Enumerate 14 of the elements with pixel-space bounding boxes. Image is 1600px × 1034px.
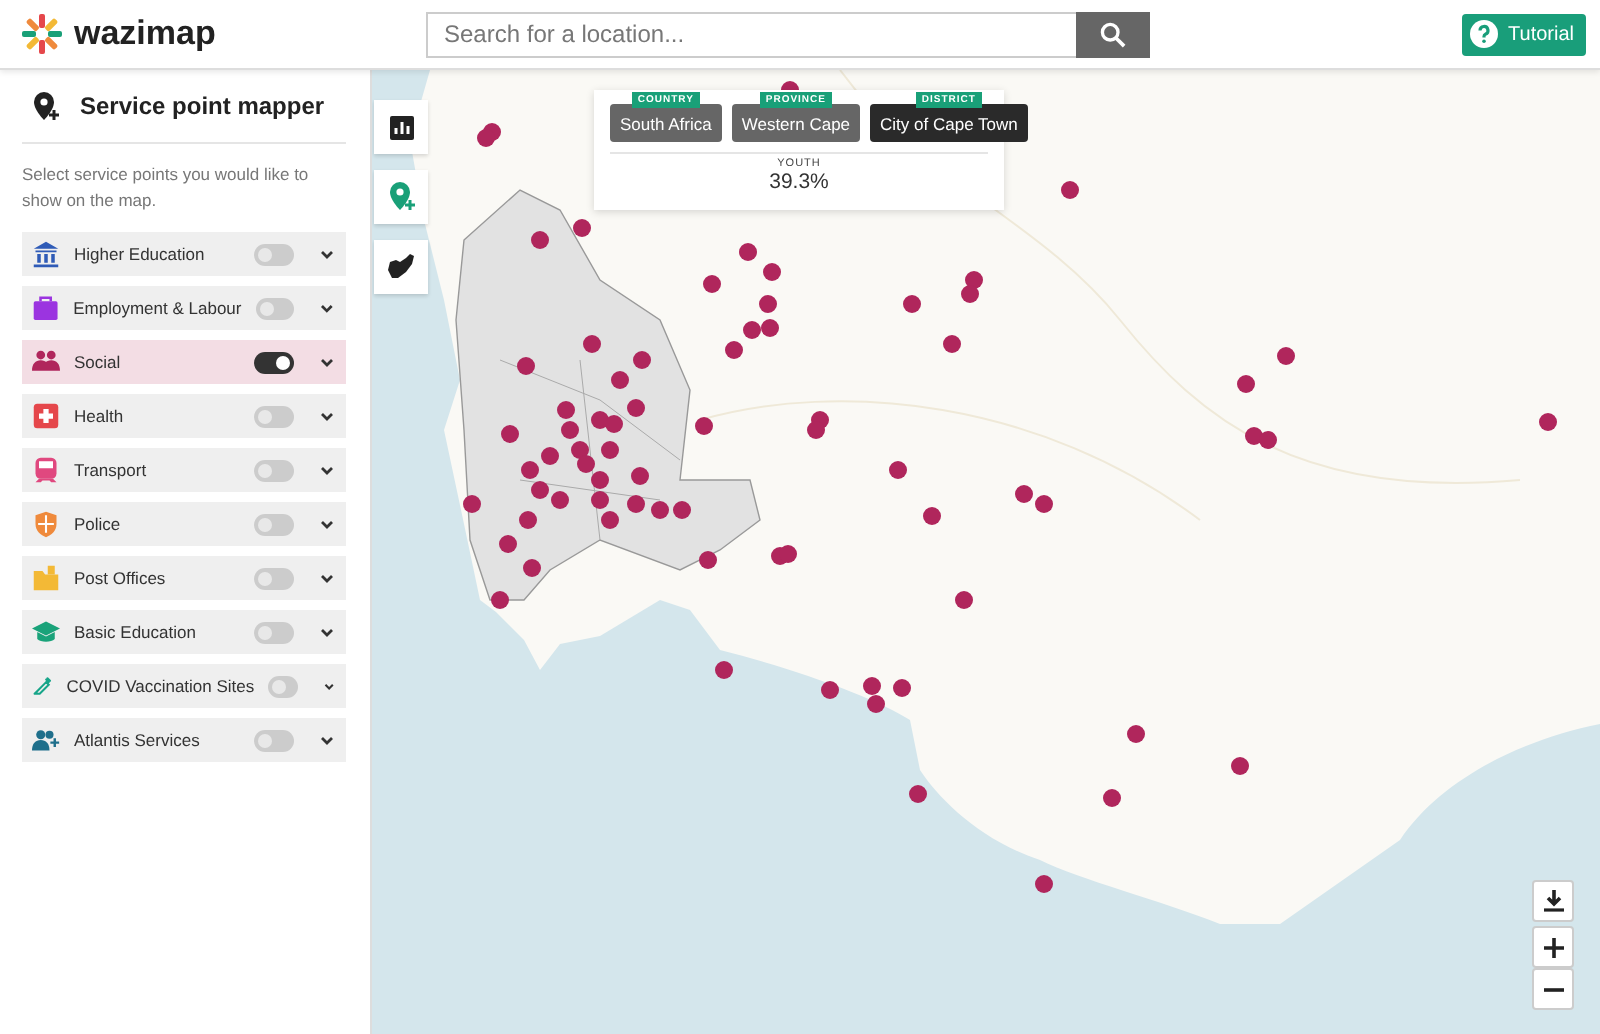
service-label: Basic Education [74, 622, 198, 642]
panel-title: Service point mapper [80, 92, 325, 120]
service-label: Police [74, 514, 123, 534]
service-label: Higher Education [74, 244, 207, 264]
panel-description: Select service points you would like to show on the map. [22, 162, 311, 214]
service-label: Post Offices [74, 568, 168, 588]
service-label: Social [74, 352, 123, 372]
metric-value: 39.3% [769, 170, 829, 194]
service-label: Transport [74, 460, 149, 480]
service-label: Employment & Labour [73, 298, 242, 318]
service-label: Health [74, 406, 126, 426]
service-label: COVID Vaccination Sites [66, 676, 255, 696]
service-label: Atlantis Services [74, 730, 202, 750]
logo-text: wazimap [74, 14, 216, 54]
